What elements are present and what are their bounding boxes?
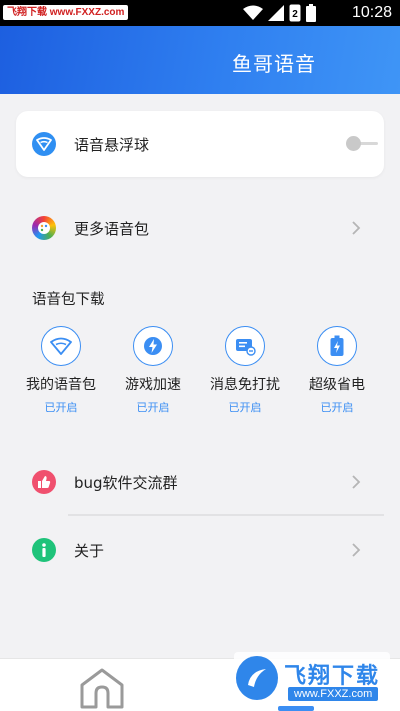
app-title: 鱼哥语音 (232, 52, 316, 76)
app-header: 鱼哥语音 (0, 26, 400, 94)
info-icon (32, 538, 56, 562)
bug-group-label: bug软件交流群 (74, 474, 178, 492)
feature-name: 游戏加速 (125, 377, 181, 393)
home-icon[interactable] (78, 667, 126, 709)
watermark-badge: 飞翔下载 www.FXXZ.com (234, 652, 390, 704)
chevron-right-icon (352, 475, 361, 489)
about-label: 关于 (74, 542, 105, 560)
watermark-url: www.FXXZ.com (288, 687, 379, 701)
divider (68, 514, 384, 516)
floating-ball-toggle[interactable] (346, 136, 380, 152)
wifi-shield-icon (32, 132, 56, 156)
floating-ball-label: 语音悬浮球 (74, 136, 150, 154)
active-tab-indicator (278, 706, 314, 711)
feature-name: 消息免打扰 (210, 377, 280, 393)
battery-icon (306, 4, 316, 22)
chevron-right-icon (352, 543, 361, 557)
section-title: 语音包下载 (32, 292, 105, 308)
feature-status: 已开启 (228, 401, 262, 414)
status-time: 10:28 (351, 4, 392, 21)
svg-text:2: 2 (292, 9, 298, 20)
status-bar: 飞翔下载 www.FXXZ.com 2 10:28 (0, 0, 400, 26)
feature-my-voice-pack[interactable]: 我的语音包 已开启 (22, 326, 100, 418)
more-voice-packs-row[interactable]: 更多语音包 (16, 204, 384, 252)
feature-status: 已开启 (44, 401, 78, 414)
chevron-right-icon (352, 221, 361, 235)
floating-ball-row: 语音悬浮球 (16, 111, 384, 177)
sim-badge-icon: 2 (289, 4, 301, 22)
wifi-diamond-icon (41, 326, 81, 366)
wifi-icon (243, 5, 263, 20)
watermark-logo (236, 656, 278, 700)
about-row[interactable]: 关于 (16, 526, 384, 574)
bug-group-row[interactable]: bug软件交流群 (16, 458, 384, 506)
feature-do-not-disturb[interactable]: 消息免打扰 已开启 (206, 326, 284, 418)
palette-icon (32, 216, 56, 240)
battery-bolt-icon (317, 326, 357, 366)
feature-status: 已开启 (320, 401, 354, 414)
more-voice-packs-label: 更多语音包 (74, 220, 150, 238)
feature-name: 我的语音包 (26, 377, 96, 393)
lightning-icon (133, 326, 173, 366)
feature-power-saving[interactable]: 超级省电 已开启 (298, 326, 376, 418)
message-mute-icon (225, 326, 265, 366)
signal-icon (268, 5, 284, 21)
toggle-knob (346, 136, 361, 151)
thumbs-up-icon (32, 470, 56, 494)
feature-name: 超级省电 (309, 377, 365, 393)
feature-game-boost[interactable]: 游戏加速 已开启 (114, 326, 192, 418)
feature-status: 已开启 (136, 401, 170, 414)
watermark-name: 飞翔下载 (284, 664, 381, 689)
watermark-banner: 飞翔下载 www.FXXZ.com (3, 5, 129, 20)
